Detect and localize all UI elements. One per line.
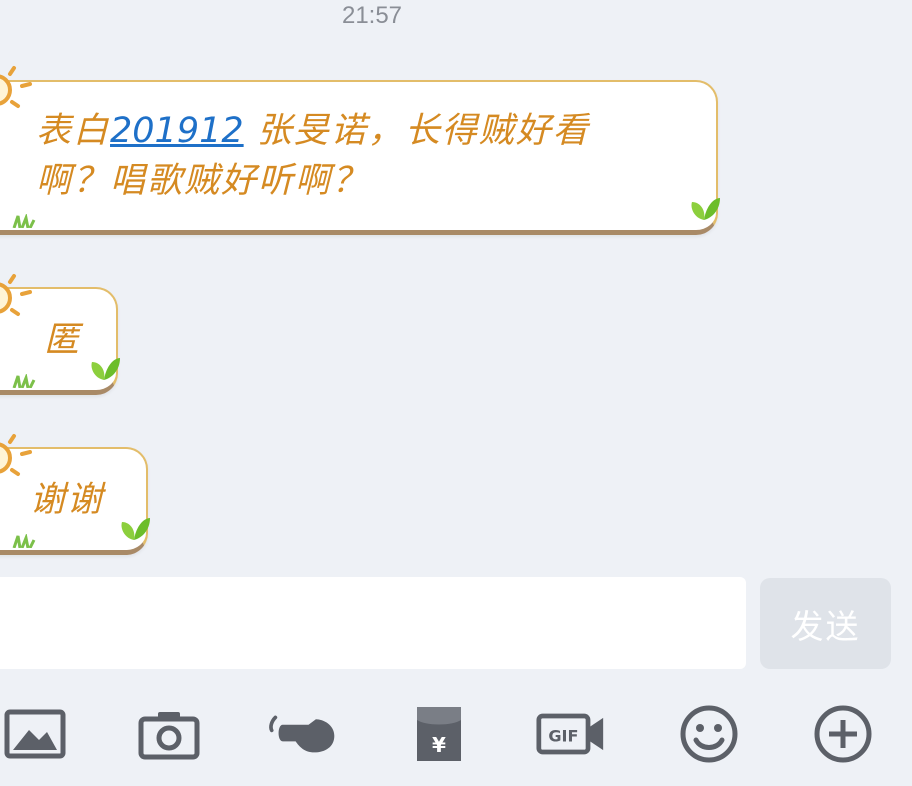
image-icon bbox=[4, 709, 66, 759]
bubble-text: 匿 bbox=[44, 320, 82, 360]
svg-text:¥: ¥ bbox=[432, 733, 446, 757]
timestamp: 21:57 bbox=[341, 2, 403, 29]
gif-icon: GIF bbox=[536, 713, 604, 755]
poke-button[interactable] bbox=[268, 704, 338, 764]
bubble-text: 谢谢 bbox=[30, 480, 105, 520]
grass-decoration-icon bbox=[12, 374, 36, 388]
emoji-button[interactable] bbox=[674, 704, 744, 764]
more-button[interactable] bbox=[808, 704, 878, 764]
send-button[interactable]: 发送 bbox=[760, 578, 891, 669]
number-link[interactable]: 201912 bbox=[110, 111, 244, 151]
sun-decoration-icon bbox=[0, 434, 32, 476]
message-text: 表白 bbox=[36, 111, 111, 151]
sun-decoration-icon bbox=[0, 274, 32, 316]
camera-icon bbox=[138, 712, 200, 760]
leaf-decoration-icon bbox=[121, 518, 150, 540]
red-packet-button[interactable]: ¥ bbox=[404, 704, 474, 764]
leaf-decoration-icon bbox=[91, 358, 120, 380]
sun-decoration-icon bbox=[0, 66, 32, 108]
image-button[interactable] bbox=[0, 704, 70, 764]
svg-text:GIF: GIF bbox=[548, 727, 578, 746]
composer-row: 发送 bbox=[0, 577, 912, 671]
gif-button[interactable]: GIF bbox=[536, 704, 606, 764]
red-packet-icon: ¥ bbox=[417, 707, 461, 761]
poke-icon bbox=[269, 715, 335, 753]
message-bubble[interactable]: 表白201912 张旻诺，长得贼好看 啊？唱歌贼好听啊？ bbox=[0, 80, 718, 235]
grass-decoration-icon bbox=[12, 214, 36, 228]
message-text: 啊？唱歌贼好听啊？ bbox=[36, 161, 370, 201]
plus-icon bbox=[814, 705, 872, 763]
camera-button[interactable] bbox=[134, 704, 204, 764]
input-toolbar: ¥ GIF bbox=[0, 690, 912, 786]
emoji-icon bbox=[680, 705, 738, 763]
grass-decoration-icon bbox=[12, 534, 36, 548]
message-text: 张旻诺，长得贼好看 bbox=[243, 111, 590, 151]
bubble-text: 表白201912 张旻诺，长得贼好看 啊？唱歌贼好听啊？ bbox=[36, 106, 590, 206]
message-input[interactable] bbox=[0, 577, 746, 669]
leaf-decoration-icon bbox=[691, 198, 720, 220]
